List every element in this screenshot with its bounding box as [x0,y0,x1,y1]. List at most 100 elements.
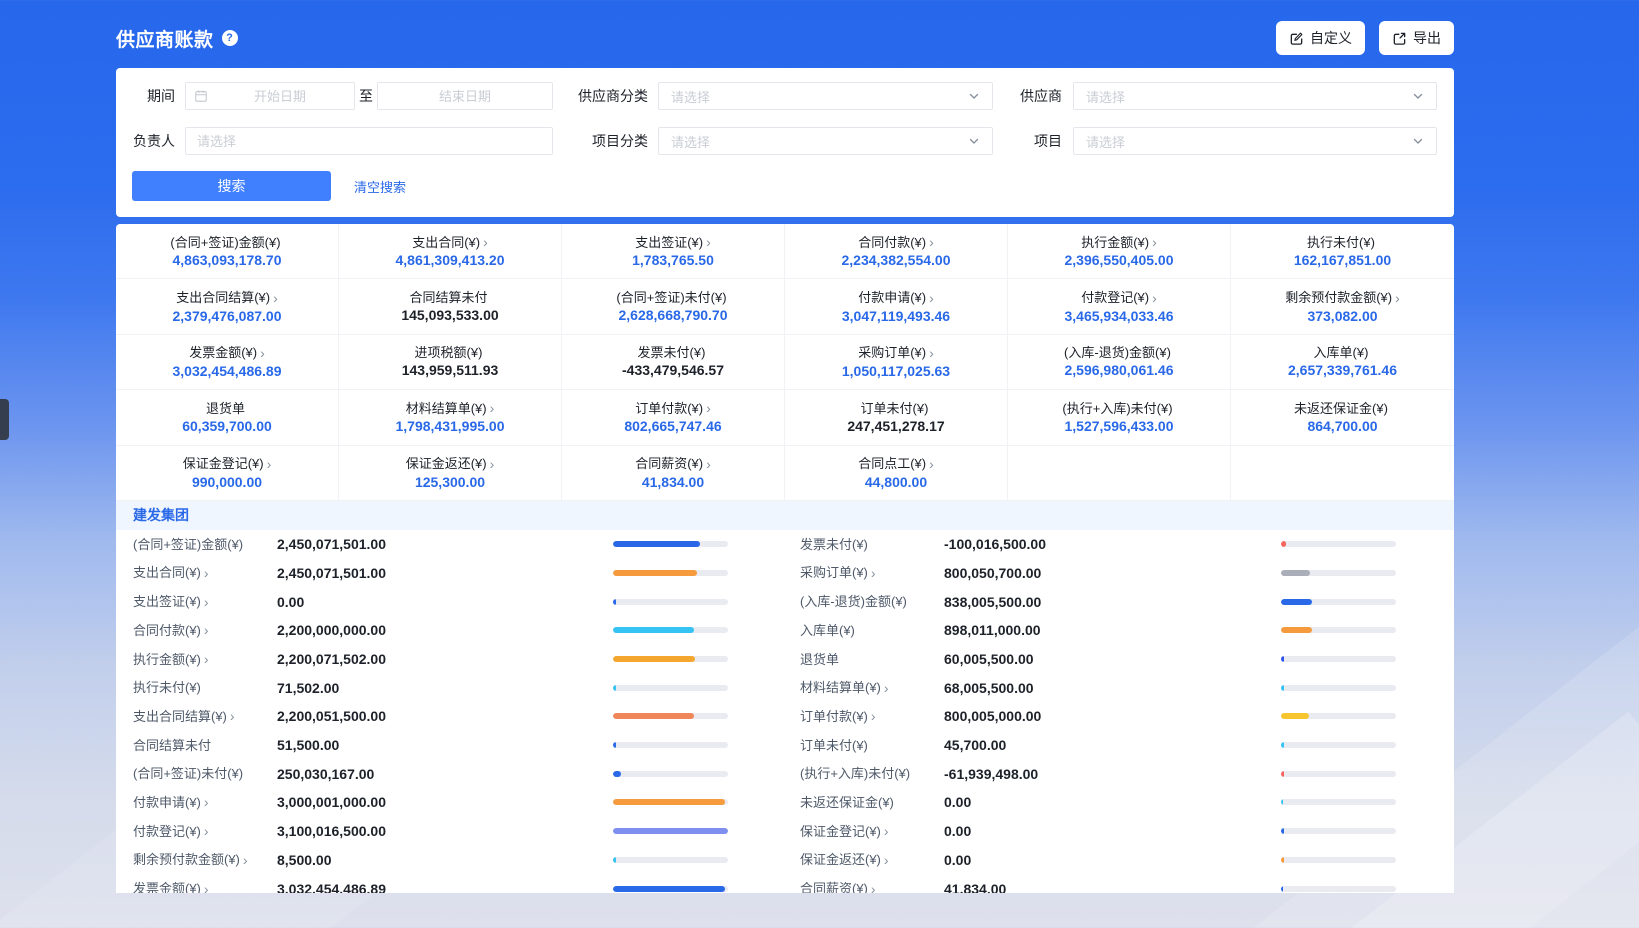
summary-cell[interactable]: 合同付款(¥)›2,234,382,554.00 [785,224,1008,279]
detail-row[interactable]: 付款申请(¥)› 3,000,001,000.00 [116,788,785,817]
drilldown-arrow-icon: › [884,824,889,838]
summary-cell: (入库-退货)金额(¥)2,596,980,061.46 [1008,335,1231,390]
start-date-field[interactable] [185,82,355,110]
progress-track [613,627,728,633]
summary-cell-label: (合同+签证)金额(¥) [170,236,280,249]
drilldown-arrow-icon: › [929,346,934,360]
detail-row[interactable]: 订单付款(¥)›800,005,000.00 [785,702,1454,731]
summary-cell-value: 2,628,668,790.70 [619,308,728,322]
export-button[interactable]: 导出 [1379,21,1454,55]
filter-panel: 期间 至 供应商分类 请选择 供应商 请选择 [116,68,1454,217]
detail-row[interactable]: 合同付款(¥)›2,200,000,000.00 [116,616,785,645]
side-panel-toggle[interactable] [0,399,9,440]
summary-cell[interactable]: 发票金额(¥)›3,032,454,486.89 [116,335,339,390]
summary-cell[interactable]: 支出合同结算(¥)›2,379,476,087.00 [116,279,339,334]
progress-fill [1281,627,1312,633]
summary-cell-label: (执行+入库)未付(¥) [1062,402,1172,415]
detail-row[interactable]: 采购订单(¥)›800,050,700.00 [785,559,1454,588]
progress-fill [613,886,725,892]
summary-cell[interactable]: 剩余预付款金额(¥)›373,082.00 [1231,279,1454,334]
summary-cell-label: 保证金登记(¥) [183,457,264,470]
drilldown-arrow-icon: › [204,795,209,809]
clear-search-link[interactable]: 清空搜索 [354,177,406,196]
progress-fill [1281,886,1283,892]
progress-fill [1281,799,1283,805]
summary-cell[interactable]: 采购订单(¥)›1,050,117,025.63 [785,335,1008,390]
detail-label: 合同付款(¥) [133,624,201,637]
detail-value: 0.00 [944,823,1281,839]
progress-track [1281,828,1396,834]
detail-row[interactable]: 材料结算单(¥)›68,005,500.00 [785,673,1454,702]
progress-fill [613,828,728,834]
detail-value: 898,011,000.00 [944,622,1281,638]
detail-label: 付款申请(¥) [133,796,201,809]
supplier-category-select[interactable]: 请选择 [658,82,993,110]
summary-cell[interactable]: 订单付款(¥)›802,665,747.46 [562,390,785,445]
summary-cell: 退货单60,359,700.00 [116,390,339,445]
progress-track [1281,685,1396,691]
summary-cell: 未返还保证金(¥)864,700.00 [1231,390,1454,445]
supplier-placeholder: 请选择 [1086,87,1125,106]
progress-fill [613,713,694,719]
detail-row[interactable]: 发票金额(¥)›3,032,454,486.89 [116,874,785,893]
detail-value: 68,005,500.00 [944,680,1281,696]
summary-cell[interactable]: 保证金返还(¥)›125,300.00 [339,446,562,501]
summary-cell[interactable]: 材料结算单(¥)›1,798,431,995.00 [339,390,562,445]
detail-row[interactable]: 支出签证(¥)›0.00 [116,587,785,616]
summary-cell[interactable]: 付款申请(¥)›3,047,119,493.46 [785,279,1008,334]
end-date-input[interactable] [386,89,544,104]
group-name-link[interactable]: 建发集团 [133,505,189,525]
summary-cell-label: 执行未付(¥) [1307,236,1375,249]
summary-cell-label: 发票金额(¥) [189,346,257,359]
drilldown-arrow-icon: › [204,824,209,838]
owner-field[interactable] [185,127,553,155]
detail-column-left: (合同+签证)金额(¥)2,450,071,501.00 支出合同(¥)›2,4… [116,530,785,893]
accounts-summary-card: (合同+签证)金额(¥)4,863,093,178.70 支出合同(¥)›4,8… [116,224,1454,893]
help-icon[interactable]: ? [222,30,238,46]
detail-row[interactable]: 付款登记(¥)›3,100,016,500.00 [116,817,785,846]
progress-fill [1281,713,1309,719]
detail-row[interactable]: 保证金返还(¥)›0.00 [785,846,1454,875]
detail-row[interactable]: 剩余预付款金额(¥)›8,500.00 [116,846,785,875]
summary-cell[interactable]: 执行金额(¥)›2,396,550,405.00 [1008,224,1231,279]
progress-fill [1281,570,1310,576]
detail-value: -100,016,500.00 [944,536,1281,552]
detail-row: 入库单(¥) 898,011,000.00 [785,616,1454,645]
project-select[interactable]: 请选择 [1073,127,1437,155]
detail-row[interactable]: 执行金额(¥)›2,200,071,502.00 [116,645,785,674]
detail-label: 保证金返还(¥) [800,853,881,866]
summary-cell[interactable]: 合同薪资(¥)›41,834.00 [562,446,785,501]
detail-row[interactable]: 支出合同结算(¥)›2,200,051,500.00 [116,702,785,731]
detail-label: 入库单(¥) [800,624,855,637]
summary-cell[interactable]: 保证金登记(¥)›990,000.00 [116,446,339,501]
start-date-input[interactable] [214,89,346,104]
customize-button[interactable]: 自定义 [1276,21,1365,55]
summary-cell[interactable]: 付款登记(¥)›3,465,934,033.46 [1008,279,1231,334]
progress-fill [613,742,616,748]
top-bar: 供应商账款 ? 自定义 导出 [116,0,1454,68]
search-button[interactable]: 搜索 [132,171,331,201]
detail-row[interactable]: 合同薪资(¥)›41,834.00 [785,874,1454,893]
progress-fill [613,656,695,662]
summary-cell: 入库单(¥)2,657,339,761.46 [1231,335,1454,390]
summary-cell-value: 143,959,511.93 [402,363,499,377]
summary-cell-value: 373,082.00 [1307,309,1377,323]
owner-input[interactable] [197,134,541,149]
summary-cell[interactable]: 支出签证(¥)›1,783,765.50 [562,224,785,279]
summary-cell-value: 1,050,117,025.63 [842,364,950,378]
detail-row: 退货单60,005,500.00 [785,645,1454,674]
detail-value: 3,000,001,000.00 [277,794,613,810]
drilldown-arrow-icon: › [706,457,711,471]
project-category-select[interactable]: 请选择 [658,127,993,155]
summary-cell[interactable]: 支出合同(¥)›4,861,309,413.20 [339,224,562,279]
progress-track [1281,599,1396,605]
supplier-select[interactable]: 请选择 [1073,82,1437,110]
summary-cell-value: -433,479,546.57 [622,363,724,377]
drilldown-arrow-icon: › [273,291,278,305]
detail-row[interactable]: 保证金登记(¥)›0.00 [785,817,1454,846]
progress-track [613,685,728,691]
detail-row[interactable]: 支出合同(¥)›2,450,071,501.00 [116,559,785,588]
summary-cell-label: 退货单 [206,402,245,415]
summary-cell[interactable]: 合同点工(¥)›44,800.00 [785,446,1008,501]
end-date-field[interactable] [377,82,553,110]
